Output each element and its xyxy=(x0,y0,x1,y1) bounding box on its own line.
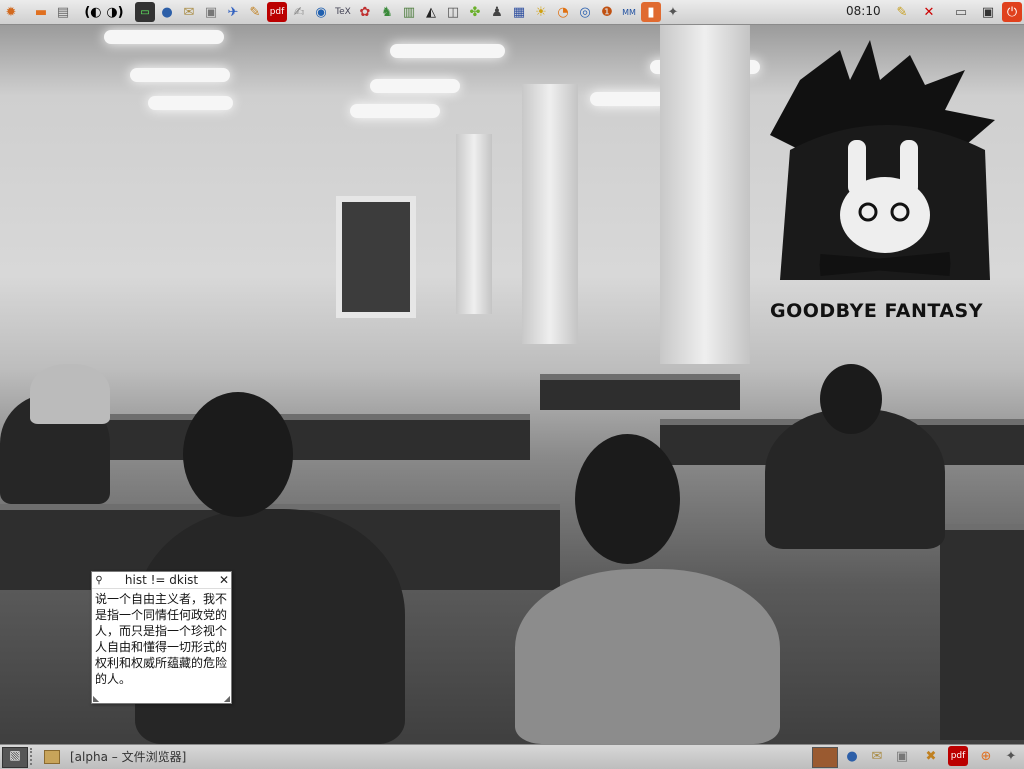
mail-icon[interactable]: ✉ xyxy=(179,2,199,22)
file-manager-icon[interactable]: ▣ xyxy=(201,2,221,22)
volume-tray-icon[interactable]: ✕ xyxy=(919,2,939,22)
office-icon[interactable]: ▮ xyxy=(641,2,661,22)
inkscape-icon[interactable]: ◭ xyxy=(421,2,441,22)
workspace-icon[interactable]: (◐ xyxy=(83,2,103,22)
workspace-switcher[interactable] xyxy=(812,747,838,768)
game-tray-icon[interactable]: ✖ xyxy=(921,746,941,766)
display-tray-icon[interactable]: ▣ xyxy=(978,2,998,22)
mail-tray-icon[interactable]: ✉ xyxy=(867,746,887,766)
terminal-icon[interactable]: ▭ xyxy=(135,2,155,22)
goodbye-fantasy-logo-icon xyxy=(770,40,995,280)
power-icon[interactable]: ⏻ xyxy=(1002,2,1022,22)
taskbar-item-file-browser[interactable]: [alpha – 文件浏览器] xyxy=(44,747,804,766)
bottom-panel: ▧ [alpha – 文件浏览器] ● ✉ ▣ ✖ pdf ⊕ ✦ xyxy=(0,744,1024,769)
resize-handle-left-icon[interactable]: ◣ xyxy=(93,694,99,703)
books-icon[interactable]: ▥ xyxy=(399,2,419,22)
tex-editor-icon[interactable]: TeX xyxy=(333,2,353,22)
game-icon[interactable]: ♞ xyxy=(377,2,397,22)
pdf-tray-icon[interactable]: pdf xyxy=(948,746,968,766)
logo-text: GOODBYE FANTASY xyxy=(770,300,984,322)
sheep-icon[interactable]: ✦ xyxy=(663,2,683,22)
blender-icon[interactable]: ◔ xyxy=(553,2,573,22)
ubuntu-menu-icon[interactable]: ✹ xyxy=(1,2,21,22)
keyboard-tray-icon[interactable]: ▭ xyxy=(951,2,971,22)
web-browser-icon[interactable]: ● xyxy=(157,2,177,22)
compass-icon[interactable]: ◎ xyxy=(575,2,595,22)
note-title: hist != dkist xyxy=(124,573,199,587)
folder-icon xyxy=(44,749,60,764)
sun-icon[interactable]: ☀ xyxy=(531,2,551,22)
sticky-note-window[interactable]: ⚲ hist != dkist ✕ 说一个自由主义者，我不是指一个同情任何政党的… xyxy=(91,571,232,704)
task-label: [alpha – 文件浏览器] xyxy=(70,750,187,764)
notes-tray-icon[interactable]: ✎ xyxy=(892,2,912,22)
pdf-reader-icon[interactable]: pdf xyxy=(267,2,287,22)
note-body[interactable]: 说一个自由主义者，我不是指一个同情任何政党的人，而只是指一个珍视个人自由和懂得一… xyxy=(92,589,231,689)
home-folder-icon[interactable]: ▬ xyxy=(31,2,51,22)
scanner-icon[interactable]: ◫ xyxy=(443,2,463,22)
panel-handle-icon[interactable] xyxy=(30,748,36,765)
bird-app-icon[interactable]: ✈ xyxy=(223,2,243,22)
pin-icon[interactable]: ⚲ xyxy=(92,575,106,586)
files-tray-icon[interactable]: ▣ xyxy=(892,746,912,766)
network-icon[interactable]: ◉ xyxy=(311,2,331,22)
coffee-icon[interactable]: ❶ xyxy=(597,2,617,22)
note-titlebar[interactable]: ⚲ hist != dkist ✕ xyxy=(92,572,231,589)
sheep-tray-icon[interactable]: ✦ xyxy=(1001,746,1021,766)
resize-handle-icon[interactable]: ◢ xyxy=(224,694,230,703)
top-panel: ✹ ▬ ▤ (◐ ◑) ▭ ● ✉ ▣ ✈ ✎ pdf ✍ ◉ TeX ✿ ♞ … xyxy=(0,0,1024,25)
pencil-icon[interactable]: ✎ xyxy=(245,2,265,22)
mindmap-icon[interactable]: MM xyxy=(619,2,639,22)
clock[interactable]: 08:10 xyxy=(846,4,881,18)
chip-icon[interactable]: ▦ xyxy=(509,2,529,22)
browser-tray-icon[interactable]: ● xyxy=(842,746,862,766)
workspace-icon-2[interactable]: ◑) xyxy=(105,2,125,22)
show-desktop-button[interactable]: ▧ xyxy=(2,747,28,768)
trash-icon[interactable]: ⊕ xyxy=(976,746,996,766)
tux-icon[interactable]: ♟ xyxy=(487,2,507,22)
text-editor-icon[interactable]: ✍ xyxy=(289,2,309,22)
image-viewer-icon[interactable]: ✿ xyxy=(355,2,375,22)
close-icon[interactable]: ✕ xyxy=(217,573,231,587)
puzzle-icon[interactable]: ✤ xyxy=(465,2,485,22)
show-desktop-icon[interactable]: ▤ xyxy=(53,2,73,22)
